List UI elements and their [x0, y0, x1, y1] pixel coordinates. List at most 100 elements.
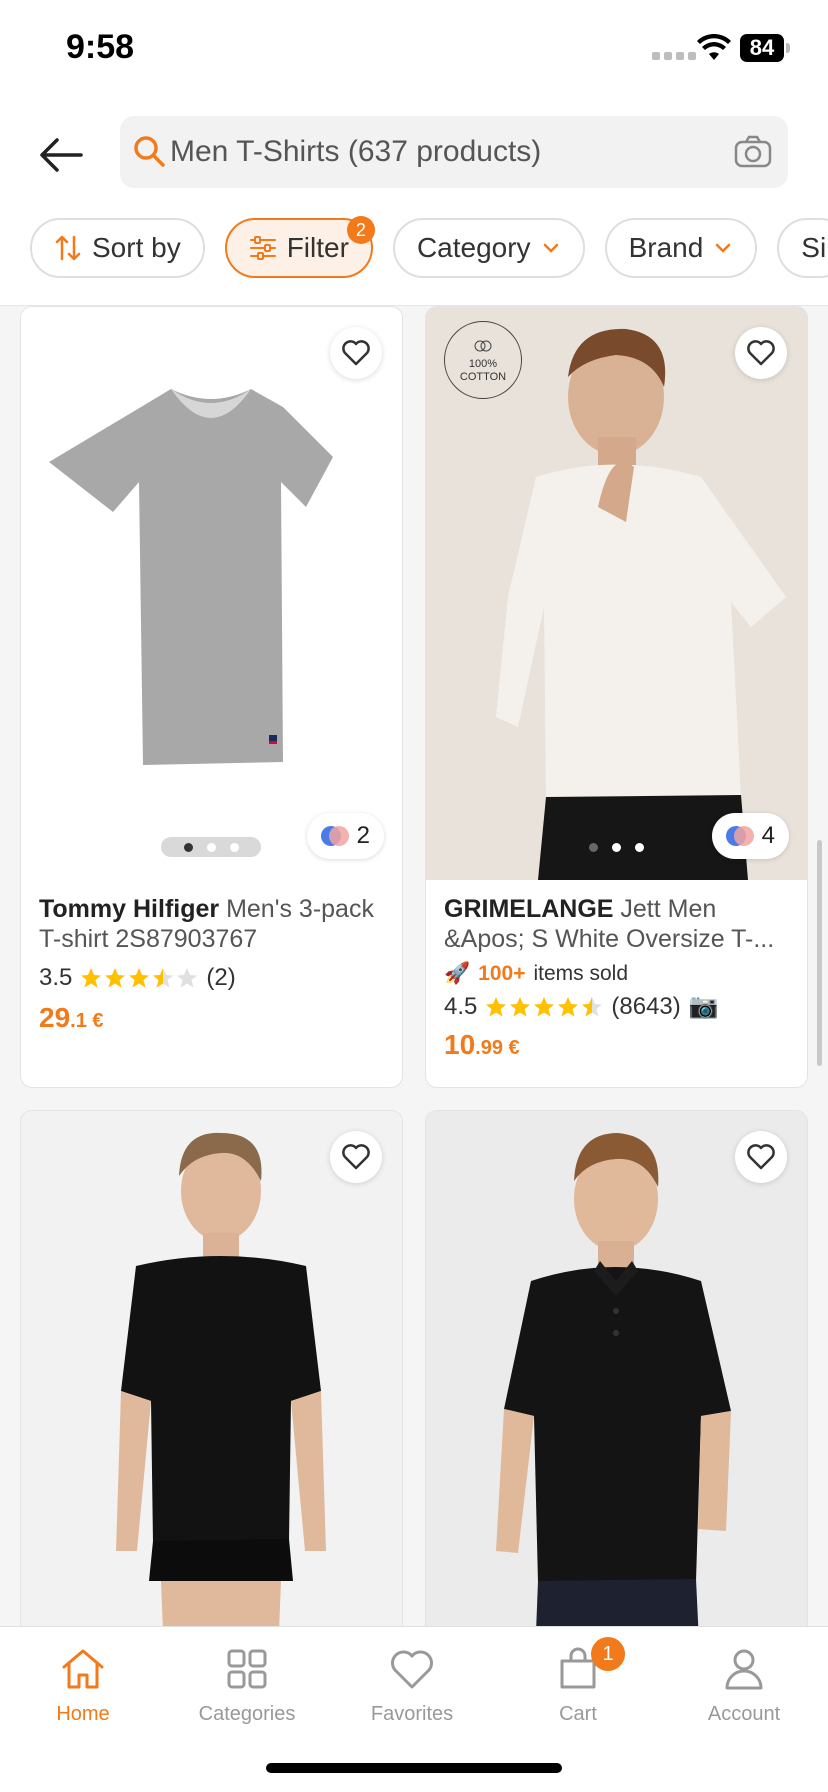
product-grid: 2 Tommy Hilfiger Men's 3-pack T-shirt 2S…	[20, 306, 810, 1626]
bottom-nav: Home Categories Favorites 1 Cart Account	[0, 1626, 828, 1792]
rating-stars	[485, 996, 603, 1018]
color-variants[interactable]: 4	[711, 813, 789, 859]
home-icon	[62, 1649, 104, 1689]
nav-home-label: Home	[56, 1703, 110, 1725]
search-text: Men T-Shirts (637 products)	[170, 135, 542, 168]
cotton-badge-text: 100% COTTON	[459, 358, 507, 383]
color-swatch-icon	[320, 826, 349, 846]
color-variants[interactable]: 2	[306, 813, 384, 859]
nav-cart-label: Cart	[559, 1703, 597, 1725]
favorite-button[interactable]	[330, 327, 382, 379]
star-icon	[105, 968, 126, 988]
rocket-icon: 🚀	[444, 962, 471, 985]
search-icon	[134, 136, 165, 167]
review-count: (2)	[206, 964, 236, 991]
star-icon	[558, 996, 579, 1016]
nav-home[interactable]: Home	[8, 1645, 158, 1726]
star-empty-icon	[177, 968, 198, 988]
filter-count-badge: 2	[346, 216, 375, 244]
sort-label: Sort by	[92, 232, 181, 263]
size-label: Si	[801, 232, 827, 263]
product-title: GRIMELANGE Jett Men &Apos; S White Overs…	[444, 894, 789, 954]
home-indicator	[266, 1763, 562, 1773]
sold-info: 🚀 100+ items sold	[444, 962, 789, 986]
search-input[interactable]: Men T-Shirts (637 products)	[120, 116, 788, 188]
product-card[interactable]	[20, 1110, 403, 1626]
filter-label: Filter	[286, 232, 349, 263]
nav-categories-label: Categories	[198, 1703, 296, 1725]
size-dropdown[interactable]: Si	[777, 218, 828, 278]
cotton-icon	[474, 340, 492, 352]
sort-icon	[55, 235, 81, 261]
product-image[interactable]	[426, 1111, 807, 1626]
sold-label: items sold	[533, 962, 628, 985]
star-icon	[129, 968, 150, 988]
favorite-button[interactable]	[735, 1131, 787, 1183]
star-icon	[534, 996, 555, 1016]
star-icon	[510, 996, 531, 1016]
heart-icon	[391, 1650, 433, 1689]
product-title: Tommy Hilfiger Men's 3-pack T-shirt 2S87…	[39, 894, 384, 954]
filter-button[interactable]: Filter 2	[224, 216, 375, 278]
favorite-button[interactable]	[330, 1131, 382, 1183]
heart-icon	[747, 340, 775, 366]
product-card[interactable]: 100% COTTON 4 GRIMELANGE Jett Men &Apos;…	[425, 306, 808, 1088]
product-price: 10.99 €	[444, 1029, 520, 1060]
filter-icon	[249, 236, 276, 260]
heart-icon	[747, 1144, 775, 1170]
product-rating: 4.5 (8643) 📷	[444, 992, 789, 1021]
image-pagination	[161, 837, 261, 857]
filter-bar: Sort by Filter 2 Category Brand Si	[30, 216, 828, 278]
model-black-tshirt-image	[21, 1111, 402, 1626]
product-info: GRIMELANGE Jett Men &Apos; S White Overs…	[426, 880, 807, 1075]
back-button[interactable]	[36, 130, 86, 180]
grid-icon	[227, 1649, 267, 1689]
product-brand: Tommy Hilfiger	[39, 895, 220, 923]
product-price: 29.1 €	[39, 1002, 104, 1033]
chevron-down-icon	[716, 243, 731, 253]
product-card[interactable]	[425, 1110, 808, 1626]
review-count: (8643)	[611, 992, 681, 1020]
category-label: Category	[416, 232, 531, 263]
product-image[interactable]: 100% COTTON 4	[426, 307, 807, 880]
sold-count: 100+	[478, 962, 526, 985]
nav-account-label: Account	[707, 1703, 781, 1725]
battery-indicator: 84	[740, 34, 790, 62]
rating-value: 4.5	[444, 992, 478, 1020]
nav-categories[interactable]: Categories	[172, 1645, 322, 1726]
category-dropdown[interactable]: Category	[392, 218, 585, 278]
wifi-icon	[697, 34, 731, 60]
color-swatch-icon	[725, 826, 754, 846]
image-pagination	[566, 837, 666, 857]
star-half-icon	[153, 968, 174, 988]
brand-dropdown[interactable]: Brand	[604, 218, 758, 278]
status-time: 9:58	[66, 28, 135, 66]
rating-stars	[80, 967, 198, 989]
user-icon	[725, 1649, 763, 1690]
color-count: 4	[761, 822, 775, 849]
camera-icon[interactable]	[734, 134, 772, 168]
scrollbar[interactable]	[817, 840, 822, 1066]
tshirt-image	[49, 389, 333, 765]
star-icon	[81, 968, 102, 988]
rating-value: 3.5	[39, 964, 73, 991]
cellular-signal-icon	[652, 52, 696, 60]
nav-favorites[interactable]: Favorites	[337, 1645, 487, 1726]
favorite-button[interactable]	[735, 327, 787, 379]
cart-badge: 1	[591, 1637, 625, 1671]
product-image[interactable]	[21, 1111, 402, 1626]
cotton-badge: 100% COTTON	[444, 321, 522, 399]
nav-favorites-label: Favorites	[370, 1703, 454, 1725]
heart-icon	[342, 340, 370, 366]
product-brand: GRIMELANGE	[444, 895, 614, 923]
arrow-left-icon	[40, 138, 83, 172]
brand-label: Brand	[628, 232, 704, 263]
star-icon	[486, 996, 507, 1016]
product-card[interactable]: 2 Tommy Hilfiger Men's 3-pack T-shirt 2S…	[20, 306, 403, 1088]
star-half-icon	[582, 996, 603, 1016]
nav-account[interactable]: Account	[669, 1645, 819, 1726]
sort-button[interactable]: Sort by	[30, 218, 205, 278]
chevron-down-icon	[543, 243, 558, 253]
product-image[interactable]: 2	[21, 307, 402, 880]
nav-cart[interactable]: 1 Cart	[503, 1637, 653, 1726]
